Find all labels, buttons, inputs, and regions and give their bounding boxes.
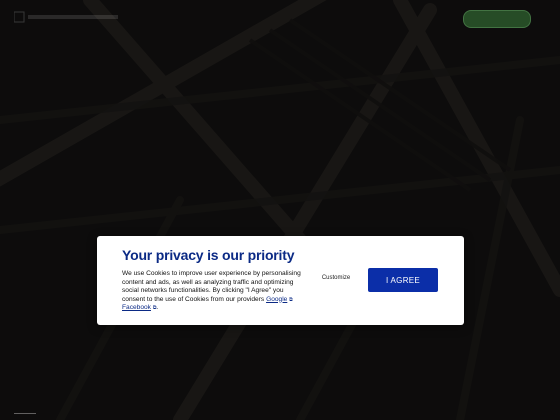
hero-divider	[14, 413, 36, 414]
consent-title: Your privacy is our priority	[122, 247, 295, 263]
top-navigation	[0, 0, 560, 36]
agree-button[interactable]: I AGREE	[368, 268, 438, 292]
customize-button[interactable]: Customize	[314, 275, 358, 281]
external-link-icon: ⧉	[289, 296, 293, 303]
nav-cta-button[interactable]	[463, 10, 531, 28]
google-link[interactable]: Google	[266, 296, 287, 303]
consent-body: We use Cookies to improve user experienc…	[122, 270, 301, 311]
facebook-link[interactable]: Facebook	[122, 304, 151, 311]
site-logo[interactable]	[14, 9, 124, 25]
external-link-icon: ⧉	[152, 305, 157, 311]
background-overlay	[0, 0, 560, 420]
